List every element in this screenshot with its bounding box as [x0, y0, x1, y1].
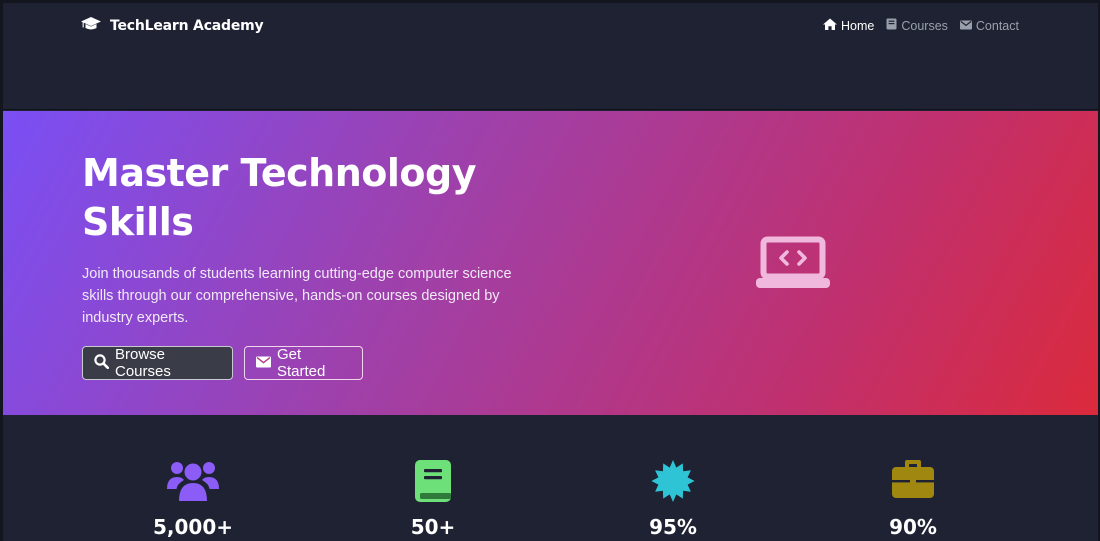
stats-section: 5,000+ 50+ 95% 90% [3, 415, 1098, 541]
hero-title: Master Technology Skills [82, 151, 476, 244]
stat-students: 5,000+ [123, 459, 263, 539]
nav-link-home[interactable]: Home [823, 18, 874, 33]
navbar: TechLearn Academy Home Courses Contact [3, 3, 1098, 110]
nav-links: Home Courses Contact [823, 18, 1019, 33]
get-started-label: Get Started [277, 346, 326, 380]
stat-job-placement: 90% [843, 459, 983, 539]
stat-success-rate: 95% [603, 459, 743, 539]
stat-value: 50+ [410, 515, 456, 539]
nav-link-label: Home [841, 18, 875, 33]
home-icon [823, 18, 838, 33]
hero-section: Master Technology Skills Join thousands … [3, 111, 1098, 415]
browse-courses-label: Browse Courses [115, 346, 171, 380]
nav-link-label: Courses [901, 18, 948, 33]
nav-link-label: Contact [975, 18, 1019, 33]
book-icon [886, 18, 897, 33]
stat-value: 90% [889, 515, 937, 539]
hero-subtitle: Join thousands of students learning cutt… [82, 266, 512, 326]
nav-link-courses[interactable]: Courses [886, 18, 948, 33]
certificate-icon [603, 459, 743, 505]
users-icon [123, 459, 263, 505]
stat-value: 5,000+ [152, 515, 234, 539]
graduation-cap-icon [81, 16, 101, 35]
book-icon [363, 459, 503, 505]
laptop-code-icon [755, 236, 831, 294]
briefcase-icon [843, 459, 983, 505]
envelope-icon [256, 355, 271, 372]
brand-name: TechLearn Academy [110, 17, 264, 34]
get-started-button[interactable]: Get Started [244, 346, 363, 380]
stat-courses: 50+ [363, 459, 503, 539]
browse-courses-button[interactable]: Browse Courses [82, 346, 233, 380]
brand[interactable]: TechLearn Academy [81, 16, 264, 35]
search-icon [94, 353, 110, 373]
stat-value: 95% [649, 515, 697, 539]
nav-link-contact[interactable]: Contact [959, 18, 1019, 33]
envelope-icon [959, 19, 972, 33]
